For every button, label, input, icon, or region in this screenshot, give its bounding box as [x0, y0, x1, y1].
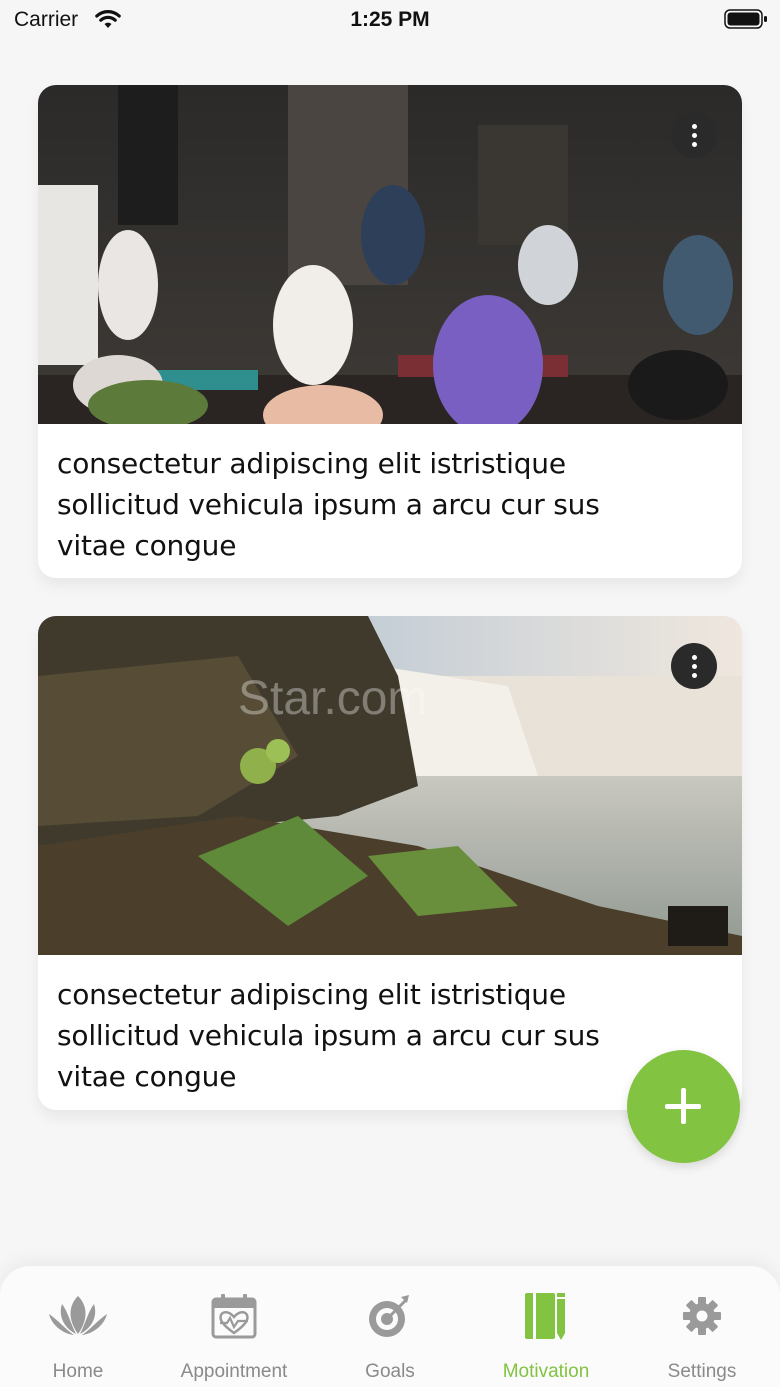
- more-options-button[interactable]: [671, 643, 717, 689]
- card-image: Star.com: [38, 616, 742, 955]
- lotus-icon: [46, 1290, 110, 1342]
- motivation-card[interactable]: Star.com consectetur adipiscing elit ist…: [38, 616, 742, 1110]
- tab-label: Goals: [365, 1361, 415, 1382]
- tab-home[interactable]: Home: [0, 1266, 156, 1387]
- notebook-pencil-icon: [514, 1290, 578, 1342]
- tab-motivation[interactable]: Motivation: [468, 1266, 624, 1387]
- card-image: [38, 85, 742, 424]
- more-options-button[interactable]: [671, 112, 717, 158]
- status-bar: Carrier 1:25 PM: [0, 0, 780, 40]
- tab-settings[interactable]: Settings: [624, 1266, 780, 1387]
- tab-appointment[interactable]: Appointment: [156, 1266, 312, 1387]
- tab-label: Motivation: [502, 1361, 590, 1382]
- add-button[interactable]: [627, 1050, 740, 1163]
- motivation-card[interactable]: consectetur adipiscing elit istristique …: [38, 85, 742, 578]
- watermark: Star.com: [238, 672, 428, 725]
- tab-label: Appointment: [180, 1361, 288, 1382]
- battery-icon: [724, 9, 768, 29]
- calendar-heart-icon: [202, 1290, 266, 1342]
- card-text: consectetur adipiscing elit istristique …: [57, 447, 600, 562]
- gear-icon: [670, 1290, 734, 1342]
- tab-label: Home: [52, 1361, 104, 1382]
- target-icon: [358, 1290, 422, 1342]
- tab-goals[interactable]: Goals: [312, 1266, 468, 1387]
- tab-bar: Home Appointment Goals Motivation Settin…: [0, 1266, 780, 1387]
- clock: 1:25 PM: [350, 8, 430, 31]
- card-text: consectetur adipiscing elit istristique …: [57, 978, 600, 1093]
- tab-label: Settings: [667, 1361, 737, 1382]
